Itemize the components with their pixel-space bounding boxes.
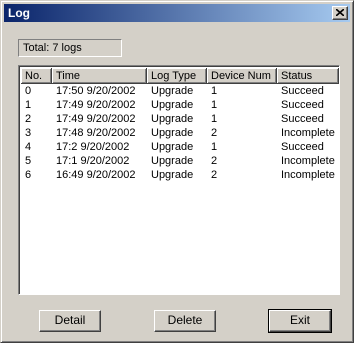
table-row[interactable]: 6 16:49 9/20/2002 Upgrade 2 Incomplete bbox=[21, 168, 339, 182]
window-title: Log bbox=[8, 6, 30, 20]
total-count-label: Total: 7 logs bbox=[23, 42, 82, 54]
cell-device-num: 2 bbox=[211, 169, 218, 181]
cell-status: Succeed bbox=[281, 141, 324, 153]
table-row[interactable]: 3 17:48 9/20/2002 Upgrade 2 Incomplete bbox=[21, 126, 339, 140]
cell-log-type: Upgrade bbox=[151, 169, 194, 181]
column-header-device-num[interactable]: Device Num bbox=[207, 68, 277, 84]
column-header-no[interactable]: No. bbox=[21, 68, 52, 84]
cell-no: 4 bbox=[25, 141, 32, 153]
cell-device-num: 2 bbox=[211, 127, 218, 139]
cell-status: Succeed bbox=[281, 99, 324, 111]
cell-status: Incomplete bbox=[281, 169, 335, 181]
title-bar[interactable]: Log bbox=[4, 4, 350, 22]
cell-no: 6 bbox=[25, 169, 32, 181]
cell-device-num: 1 bbox=[211, 99, 218, 111]
column-header-time[interactable]: Time bbox=[52, 68, 147, 84]
cell-status: Incomplete bbox=[281, 155, 335, 167]
column-header-status[interactable]: Status bbox=[277, 68, 339, 84]
list-header: No. Time Log Type Device Num Status bbox=[21, 68, 339, 84]
cell-time: 17:50 9/20/2002 bbox=[56, 85, 136, 97]
cell-time: 17:1 9/20/2002 bbox=[56, 155, 130, 167]
close-button[interactable] bbox=[332, 6, 348, 20]
table-row[interactable]: 2 17:49 9/20/2002 Upgrade 1 Succeed bbox=[21, 112, 339, 126]
cell-time: 17:49 9/20/2002 bbox=[56, 99, 136, 111]
cell-device-num: 1 bbox=[211, 113, 218, 125]
cell-time: 17:48 9/20/2002 bbox=[56, 127, 136, 139]
table-row[interactable]: 1 17:49 9/20/2002 Upgrade 1 Succeed bbox=[21, 98, 339, 112]
cell-device-num: 1 bbox=[211, 141, 218, 153]
column-header-log-type[interactable]: Log Type bbox=[147, 68, 207, 84]
cell-time: 16:49 9/20/2002 bbox=[56, 169, 136, 181]
cell-log-type: Upgrade bbox=[151, 141, 194, 153]
log-dialog: Log Total: 7 logs No. Time Log Type Devi… bbox=[0, 0, 354, 343]
cell-status: Succeed bbox=[281, 113, 324, 125]
cell-device-num: 1 bbox=[211, 85, 218, 97]
cell-no: 0 bbox=[25, 85, 32, 97]
exit-button[interactable]: Exit bbox=[268, 309, 332, 333]
cell-status: Incomplete bbox=[281, 127, 335, 139]
detail-button[interactable]: Detail bbox=[39, 310, 101, 332]
cell-status: Succeed bbox=[281, 85, 324, 97]
cell-no: 5 bbox=[25, 155, 32, 167]
cell-time: 17:2 9/20/2002 bbox=[56, 141, 130, 153]
table-row[interactable]: 4 17:2 9/20/2002 Upgrade 1 Succeed bbox=[21, 140, 339, 154]
close-x-icon bbox=[336, 9, 344, 16]
delete-button[interactable]: Delete bbox=[154, 310, 216, 332]
cell-log-type: Upgrade bbox=[151, 99, 194, 111]
cell-device-num: 2 bbox=[211, 155, 218, 167]
log-list[interactable]: No. Time Log Type Device Num Status 0 17… bbox=[18, 65, 340, 295]
cell-time: 17:49 9/20/2002 bbox=[56, 113, 136, 125]
cell-log-type: Upgrade bbox=[151, 155, 194, 167]
total-count-box: Total: 7 logs bbox=[18, 39, 122, 57]
table-row[interactable]: 0 17:50 9/20/2002 Upgrade 1 Succeed bbox=[21, 84, 339, 98]
cell-no: 2 bbox=[25, 113, 32, 125]
cell-log-type: Upgrade bbox=[151, 85, 194, 97]
cell-no: 1 bbox=[25, 99, 32, 111]
cell-log-type: Upgrade bbox=[151, 113, 194, 125]
list-rows: 0 17:50 9/20/2002 Upgrade 1 Succeed 1 17… bbox=[21, 84, 339, 182]
cell-no: 3 bbox=[25, 127, 32, 139]
table-row[interactable]: 5 17:1 9/20/2002 Upgrade 2 Incomplete bbox=[21, 154, 339, 168]
cell-log-type: Upgrade bbox=[151, 127, 194, 139]
